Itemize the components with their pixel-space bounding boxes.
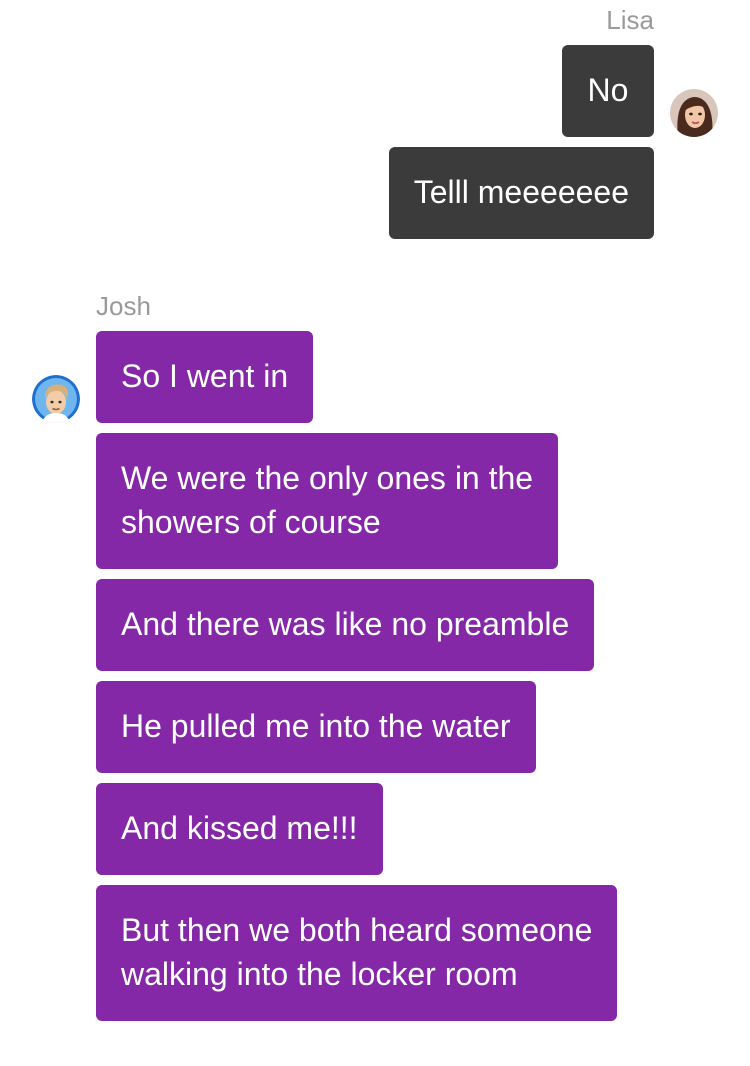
message-text-line: walking into the locker room — [121, 956, 518, 992]
message-bubble[interactable]: And kissed me!!! — [96, 783, 383, 875]
sender-name-lisa: Lisa — [606, 5, 654, 35]
avatar-josh[interactable] — [32, 375, 80, 423]
sender-name-josh: Josh — [96, 291, 151, 321]
message-bubble[interactable]: Telll meeeeeee — [388, 147, 654, 239]
male-avatar-icon — [32, 375, 80, 423]
message-text: He pulled me into the water — [121, 708, 511, 744]
message-text: And there was like no preamble — [121, 606, 570, 642]
message-bubble[interactable]: No — [562, 45, 654, 137]
message-text-line: We were the only ones in the — [121, 460, 534, 496]
message-text: Telll meeeeeee — [413, 174, 629, 210]
message-bubble[interactable]: But then we both heard someone walking i… — [96, 885, 618, 1021]
message-text-line: showers of course — [121, 504, 381, 540]
avatar-lisa[interactable] — [670, 89, 718, 137]
female-avatar-icon — [670, 89, 718, 137]
message-text: So I went in — [121, 358, 289, 394]
message-bubble[interactable]: We were the only ones in the showers of … — [96, 433, 559, 569]
message-bubble[interactable]: So I went in — [96, 331, 314, 423]
message-text-line: But then we both heard someone — [121, 912, 593, 948]
message-bubble[interactable]: He pulled me into the water — [96, 681, 536, 773]
message-text: And kissed me!!! — [121, 810, 358, 846]
message-text: No — [587, 72, 629, 108]
message-bubble[interactable]: And there was like no preamble — [96, 579, 595, 671]
